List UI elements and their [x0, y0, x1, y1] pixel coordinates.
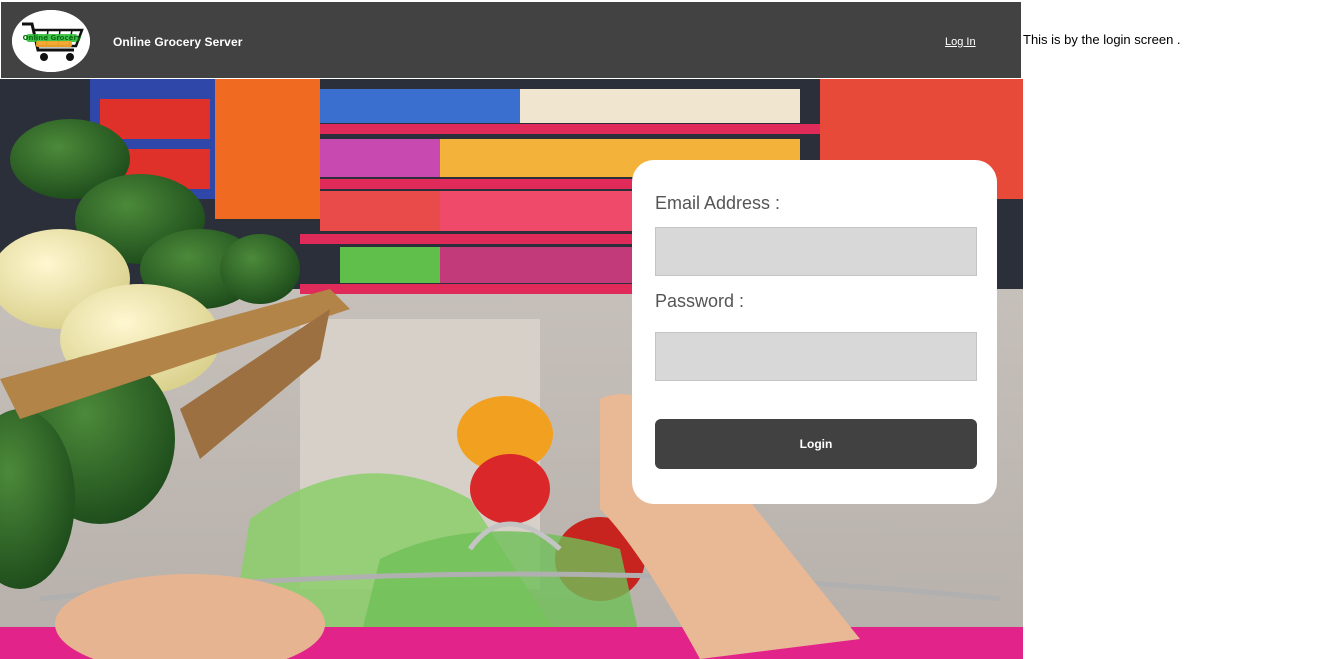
- navbar: Online Grocery Online Grocery Server Log…: [1, 2, 1021, 78]
- password-label: Password :: [655, 291, 745, 311]
- password-input[interactable]: [655, 332, 977, 381]
- shopping-cart-icon: Online Grocery: [12, 10, 90, 72]
- email-input[interactable]: [655, 227, 977, 276]
- app-title: Online Grocery Server: [113, 35, 243, 49]
- login-button[interactable]: Login: [655, 419, 977, 469]
- logo[interactable]: Online Grocery: [12, 10, 90, 72]
- svg-text:Online Grocery: Online Grocery: [23, 34, 82, 42]
- nav-login-link[interactable]: Log In: [945, 36, 976, 48]
- login-card: Email Address : Password : Login: [632, 160, 997, 504]
- side-note: This is by the login screen .: [1023, 32, 1181, 47]
- email-label: Email Address :: [655, 193, 781, 213]
